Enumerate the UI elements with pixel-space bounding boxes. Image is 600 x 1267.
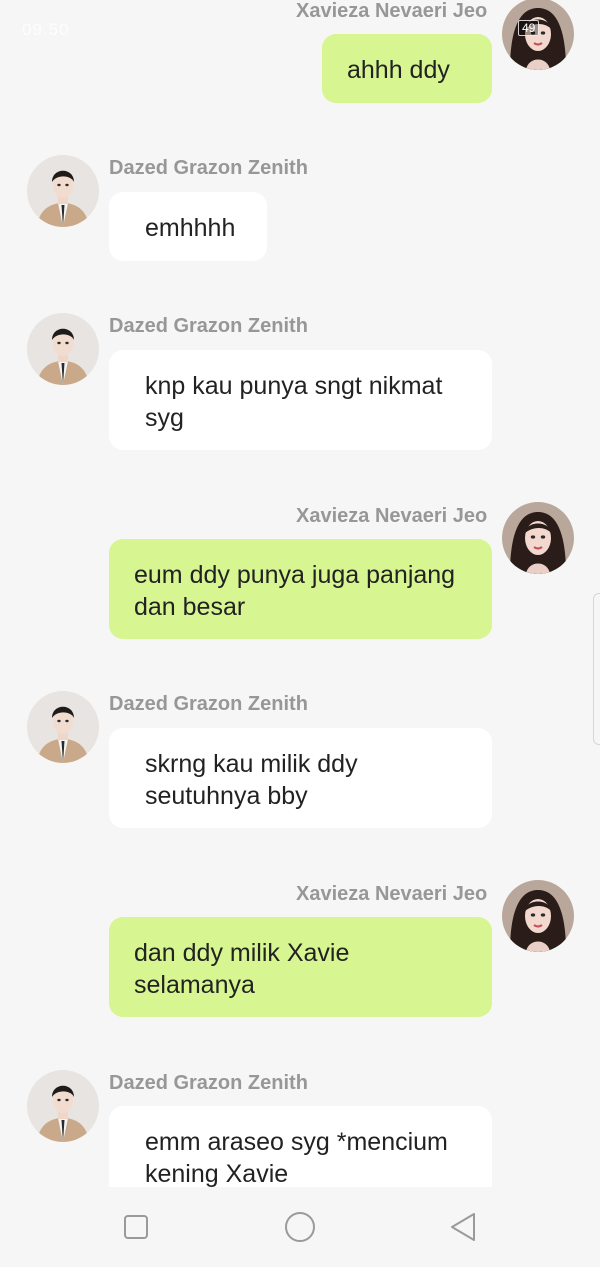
sender-name: Xavieza Nevaeri Jeo <box>296 883 488 905</box>
sender-name: Dazed Grazon Zenith <box>109 157 308 179</box>
message-bubble[interactable]: emhhhh <box>109 192 267 261</box>
sender-name: Dazed Grazon Zenith <box>109 1072 308 1094</box>
home-button[interactable] <box>280 1207 320 1247</box>
male-avatar-icon <box>27 691 99 763</box>
avatar-xavieza[interactable] <box>502 502 574 574</box>
message-bubble[interactable]: knp kau punya sngt nikmat syg <box>109 350 492 450</box>
back-icon <box>451 1213 475 1241</box>
message-bubble[interactable]: emm araseo syg *mencium kening Xavie <box>109 1106 492 1187</box>
status-time: 09.50 <box>22 20 70 39</box>
avatar-dazed[interactable] <box>27 313 99 385</box>
home-icon <box>285 1212 315 1242</box>
female-avatar-icon <box>502 502 574 574</box>
system-navigation-bar <box>0 1187 600 1267</box>
avatar-dazed[interactable] <box>27 691 99 763</box>
male-avatar-icon <box>27 1070 99 1142</box>
avatar-dazed[interactable] <box>27 1070 99 1142</box>
avatar-dazed[interactable] <box>27 155 99 227</box>
sender-name: Xavieza Nevaeri Jeo <box>296 505 488 527</box>
back-button[interactable] <box>443 1207 483 1247</box>
chat-message-list[interactable]: Xavieza Nevaeri Jeo ahhh ddy Dazed Grazo… <box>0 0 600 1187</box>
male-avatar-icon <box>27 155 99 227</box>
female-avatar-icon <box>502 880 574 952</box>
sender-name: Dazed Grazon Zenith <box>109 693 308 715</box>
male-avatar-icon <box>27 313 99 385</box>
sender-name: Xavieza Nevaeri Jeo <box>296 0 488 22</box>
avatar-xavieza[interactable] <box>502 880 574 952</box>
battery-level: 49 <box>518 20 540 36</box>
message-bubble[interactable]: dan ddy milik Xavie selamanya <box>109 917 492 1017</box>
sender-name: Dazed Grazon Zenith <box>109 315 308 337</box>
recent-apps-icon <box>124 1215 148 1239</box>
recent-apps-button[interactable] <box>116 1207 156 1247</box>
side-edge-handle[interactable] <box>593 593 600 745</box>
message-bubble[interactable]: skrng kau milik ddy seutuhnya bby <box>109 728 492 828</box>
chat-screen: Xavieza Nevaeri Jeo ahhh ddy Dazed Grazo… <box>0 0 600 1267</box>
message-bubble[interactable]: eum ddy punya juga panjang dan besar <box>109 539 492 639</box>
status-battery: 49 <box>518 20 540 36</box>
message-bubble[interactable]: ahhh ddy <box>322 34 492 103</box>
